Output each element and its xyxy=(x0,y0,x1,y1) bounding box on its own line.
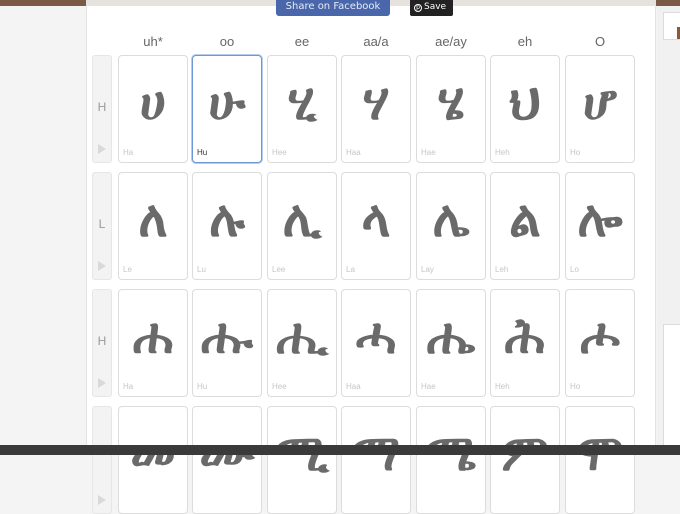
play-icon[interactable] xyxy=(98,261,106,271)
letter-romanization: Hae xyxy=(421,148,436,157)
letter-cell[interactable]: ል Leh xyxy=(490,172,560,280)
letter-romanization: Ho xyxy=(570,382,581,391)
letter-cell[interactable]: ሔ Hae xyxy=(416,289,486,397)
right-sidebar xyxy=(657,6,680,455)
letter-cell[interactable]: ሜ xyxy=(416,406,486,514)
letter-cell[interactable]: ሊ Lee xyxy=(267,172,337,280)
letter-romanization: Lee xyxy=(272,265,286,274)
letter-glyph: ሊ xyxy=(282,190,322,248)
letter-cell[interactable]: ሚ xyxy=(267,406,337,514)
share-facebook-button[interactable]: Share on Facebook xyxy=(276,0,390,16)
column-header: uh* xyxy=(143,34,163,49)
letter-cell[interactable]: ሄ Hae xyxy=(416,55,486,163)
letter-glyph: ሀ xyxy=(139,73,167,131)
row-header[interactable]: H xyxy=(92,289,112,397)
letter-glyph: ሆ xyxy=(582,73,618,131)
row-header[interactable] xyxy=(92,406,112,514)
letter-cell[interactable]: ሐ Ha xyxy=(118,289,188,397)
letter-romanization: Hee xyxy=(272,382,287,391)
letter-cell[interactable]: ሒ Hee xyxy=(267,289,337,397)
letter-cell[interactable]: ሓ Haa xyxy=(341,289,411,397)
letter-romanization: Ha xyxy=(123,382,134,391)
letter-glyph: ሓ xyxy=(355,307,397,365)
letter-romanization: Hu xyxy=(197,382,208,391)
sidebar-box xyxy=(663,12,680,40)
letter-cell[interactable]: ሞ xyxy=(565,406,635,514)
letter-romanization: Hu xyxy=(197,148,208,157)
letter-glyph: ሂ xyxy=(287,73,317,131)
play-icon[interactable] xyxy=(98,495,106,505)
letter-glyph: ሒ xyxy=(276,307,328,365)
letter-glyph: ሔ xyxy=(426,307,476,365)
letter-cell[interactable]: ማ xyxy=(341,406,411,514)
letter-romanization: Lay xyxy=(421,265,434,274)
letter-romanization: Hee xyxy=(272,148,287,157)
letter-cell[interactable]: ሕ Heh xyxy=(490,289,560,397)
letter-romanization: Heh xyxy=(495,148,510,157)
row-label: L xyxy=(98,217,106,231)
letter-glyph: ሎ xyxy=(577,190,623,248)
letter-glyph: ለ xyxy=(138,190,168,248)
letter-cell[interactable]: ሑ Hu xyxy=(192,289,262,397)
letter-glyph: ሌ xyxy=(432,190,470,248)
column-header: aa/a xyxy=(363,34,389,49)
letter-glyph: ሃ xyxy=(362,73,390,131)
letter-glyph: ሑ xyxy=(201,307,253,365)
letter-cell[interactable]: ሀ Ha xyxy=(118,55,188,163)
column-header: ae/ay xyxy=(435,34,467,49)
letter-glyph: ህ xyxy=(509,73,541,131)
letter-cell[interactable]: ም xyxy=(490,406,560,514)
letter-romanization: Leh xyxy=(495,265,509,274)
row-label: H xyxy=(97,100,107,114)
letter-cell[interactable]: ሎ Lo xyxy=(565,172,635,280)
column-header: oo xyxy=(219,34,235,49)
letter-romanization: La xyxy=(346,265,355,274)
save-label: Save xyxy=(424,2,447,12)
save-button[interactable]: p Save xyxy=(410,0,453,16)
letter-glyph: ሕ xyxy=(504,307,546,365)
letter-cell[interactable]: ሁ Hu xyxy=(192,55,262,163)
letter-glyph: ሁ xyxy=(208,73,246,131)
letter-cell[interactable]: ሂ Hee xyxy=(267,55,337,163)
play-icon[interactable] xyxy=(98,378,106,388)
row-label: H xyxy=(97,334,107,348)
letter-cell[interactable]: ህ Heh xyxy=(490,55,560,163)
bottom-bar xyxy=(0,445,680,455)
letter-cell[interactable]: ሉ Lu xyxy=(192,172,262,280)
letter-romanization: Le xyxy=(123,265,132,274)
column-header: O xyxy=(594,34,606,49)
letter-glyph: ል xyxy=(509,190,541,248)
letter-cell[interactable]: ሃ Haa xyxy=(341,55,411,163)
letter-cell[interactable]: ሌ Lay xyxy=(416,172,486,280)
letter-romanization: Lo xyxy=(570,265,579,274)
letter-cell[interactable]: መ xyxy=(118,406,188,514)
sidebar-box-lower xyxy=(663,324,680,454)
letter-cell[interactable]: ሙ xyxy=(192,406,262,514)
letter-glyph: ሖ xyxy=(580,307,620,365)
column-header: eh xyxy=(517,34,533,49)
letter-glyph: ሉ xyxy=(209,190,245,248)
letter-glyph: ላ xyxy=(361,190,391,248)
play-icon[interactable] xyxy=(98,144,106,154)
letter-cell[interactable]: ለ Le xyxy=(118,172,188,280)
letter-romanization: Haa xyxy=(346,382,361,391)
pinterest-icon: p xyxy=(414,4,422,12)
letter-glyph: ሄ xyxy=(437,73,465,131)
column-header: ee xyxy=(294,34,310,49)
letter-romanization: Haa xyxy=(346,148,361,157)
letter-romanization: Ha xyxy=(123,148,134,157)
row-header[interactable]: L xyxy=(92,172,112,280)
row-header[interactable]: H xyxy=(92,55,112,163)
letter-glyph: ሐ xyxy=(132,307,174,365)
letter-cell[interactable]: ላ La xyxy=(341,172,411,280)
letter-romanization: Heh xyxy=(495,382,510,391)
letter-romanization: Lu xyxy=(197,265,206,274)
letter-cell[interactable]: ሖ Ho xyxy=(565,289,635,397)
letter-romanization: Ho xyxy=(570,148,581,157)
letter-cell[interactable]: ሆ Ho xyxy=(565,55,635,163)
letter-romanization: Hae xyxy=(421,382,436,391)
